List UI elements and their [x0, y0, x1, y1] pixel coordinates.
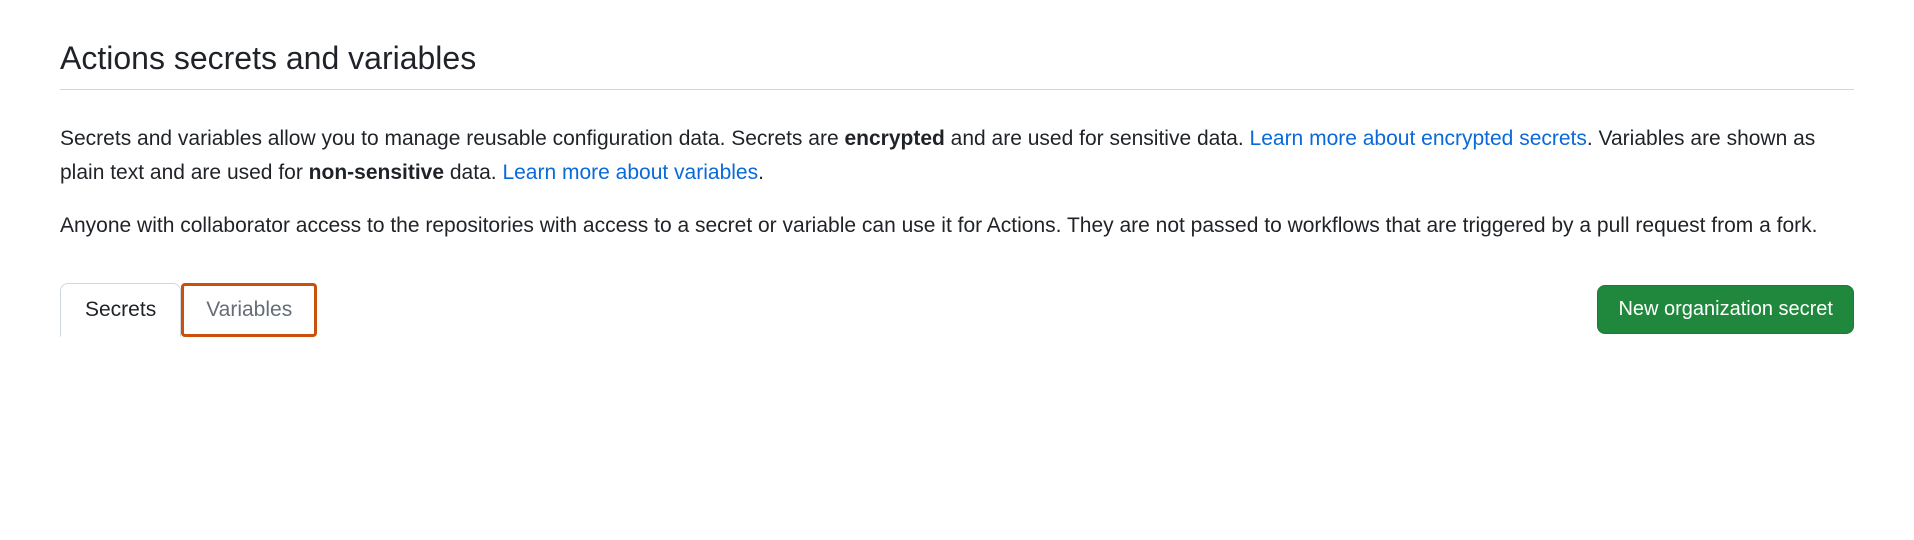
page-title: Actions secrets and variables	[60, 40, 1854, 77]
description-paragraph-1: Secrets and variables allow you to manag…	[60, 122, 1854, 189]
desc-bold-encrypted: encrypted	[844, 127, 944, 150]
new-organization-secret-button[interactable]: New organization secret	[1597, 285, 1854, 334]
learn-more-secrets-link[interactable]: Learn more about encrypted secrets	[1250, 127, 1587, 150]
desc-text: data.	[444, 161, 502, 184]
desc-text: and are used for sensitive data.	[945, 127, 1250, 150]
description-paragraph-2: Anyone with collaborator access to the r…	[60, 209, 1854, 243]
tabs-row: Secrets Variables New organization secre…	[60, 283, 1854, 337]
tabs-container: Secrets Variables	[60, 283, 317, 337]
learn-more-variables-link[interactable]: Learn more about variables	[502, 161, 758, 184]
desc-text: .	[758, 161, 764, 184]
tab-secrets[interactable]: Secrets	[60, 283, 181, 337]
desc-bold-nonsensitive: non-sensitive	[309, 161, 444, 184]
title-divider	[60, 89, 1854, 90]
tab-variables[interactable]: Variables	[181, 283, 317, 337]
desc-text: Secrets and variables allow you to manag…	[60, 127, 844, 150]
